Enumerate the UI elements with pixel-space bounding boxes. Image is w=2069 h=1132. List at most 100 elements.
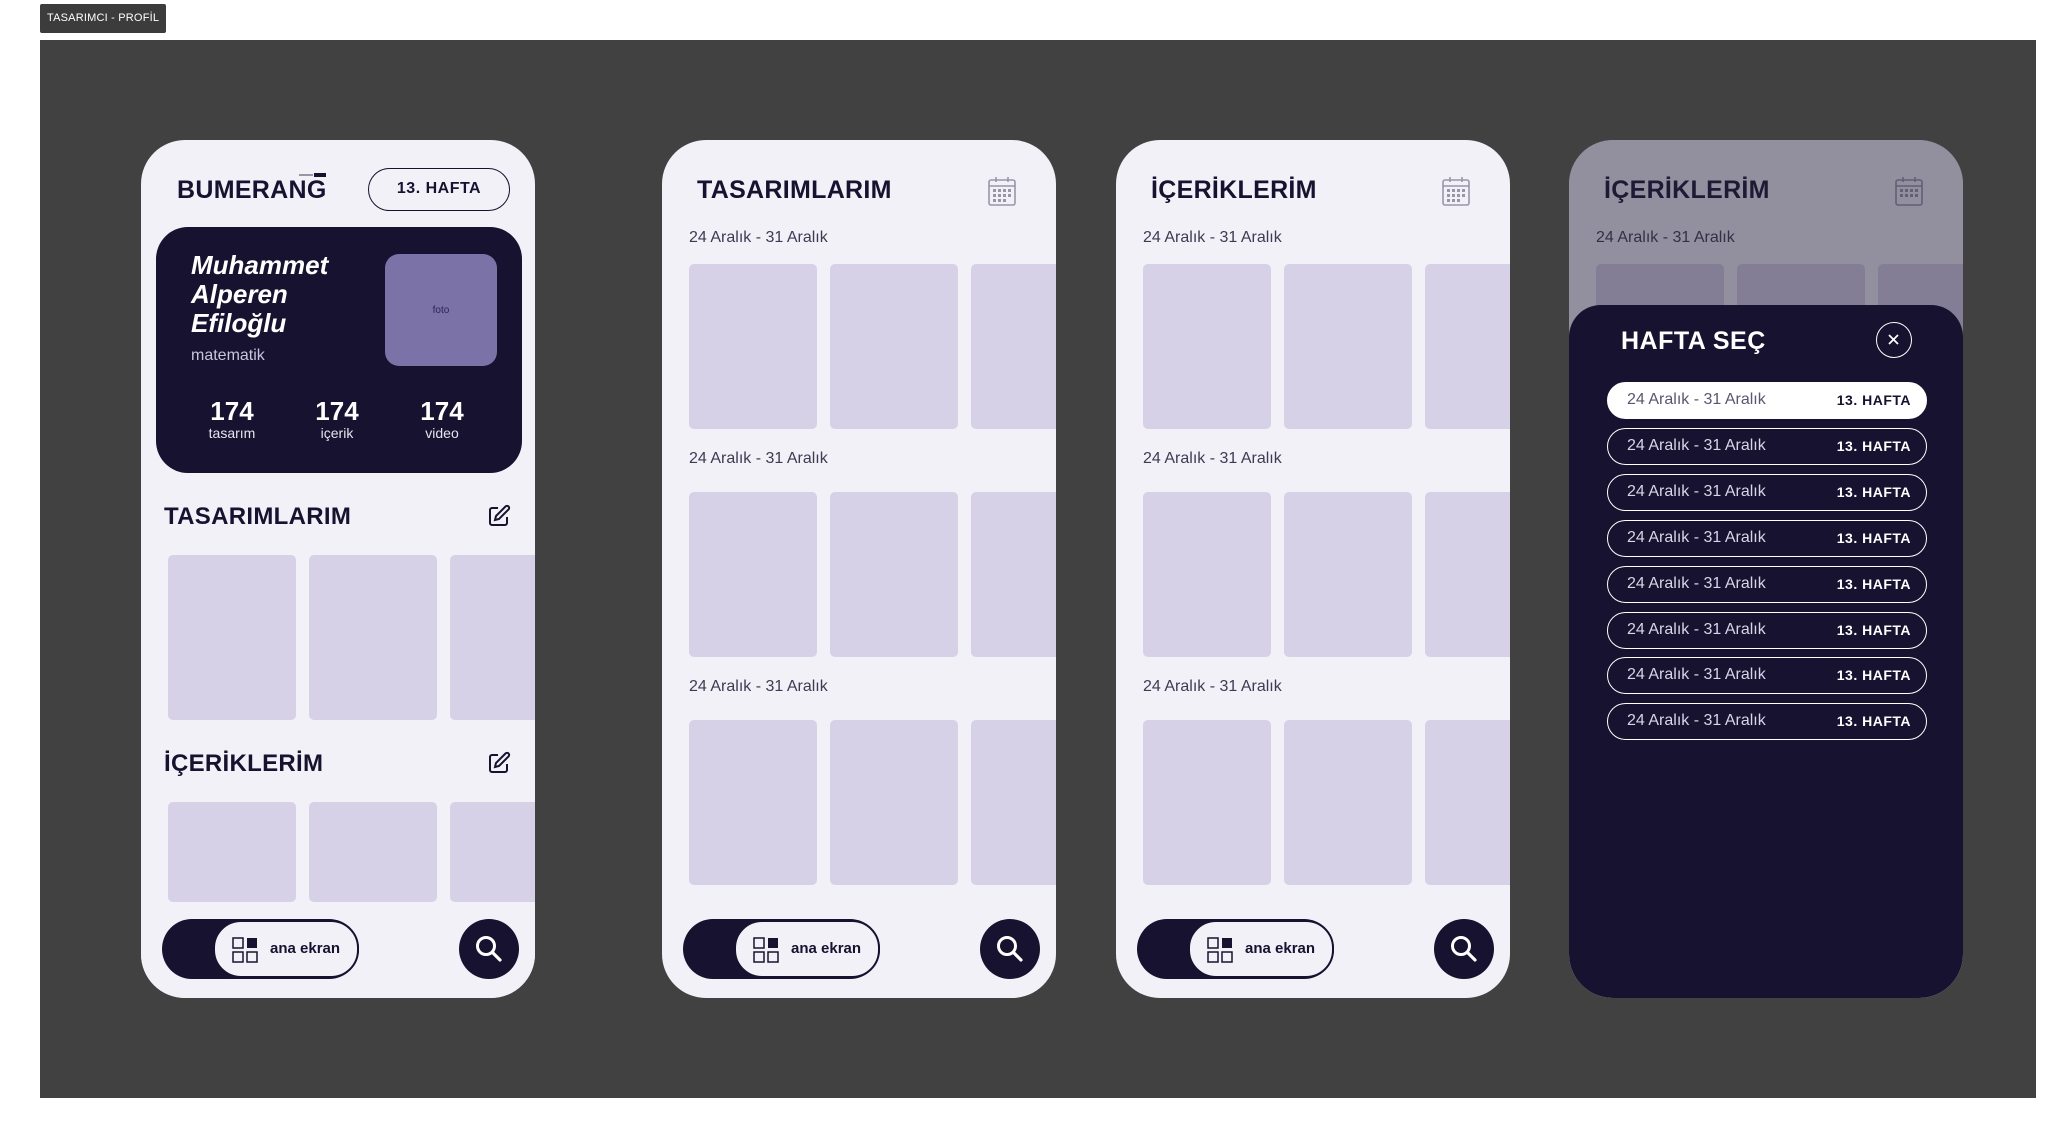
content-thumbnail[interactable] [1284, 720, 1412, 885]
grid-icon [753, 937, 779, 963]
content-thumbnail[interactable] [168, 802, 296, 902]
edit-icon[interactable] [487, 504, 511, 528]
week-option-number: 13. HAFTA [1836, 713, 1911, 729]
stat-value: 174 [315, 396, 359, 426]
design-thumbnail[interactable] [971, 720, 1056, 885]
week-date-range: 24 Aralık - 31 Aralık [689, 229, 828, 246]
week-option-number: 13. HAFTA [1836, 392, 1911, 408]
week-option-number: 13. HAFTA [1836, 667, 1911, 683]
design-thumbnail[interactable] [830, 720, 958, 885]
week-option[interactable]: 24 Aralık - 31 Aralık 13. HAFTA [1607, 703, 1927, 740]
week-option-date: 24 Aralık - 31 Aralık [1627, 529, 1766, 546]
week-option-date: 24 Aralık - 31 Aralık [1627, 666, 1766, 683]
contents-section-title: İÇERİKLERİM [164, 750, 324, 777]
week-option-date: 24 Aralık - 31 Aralık [1627, 575, 1766, 592]
home-nav-label: ana ekran [1245, 940, 1316, 957]
content-thumbnail[interactable] [1284, 492, 1412, 657]
brand-mark-icon [299, 173, 326, 177]
week-date-range: 24 Aralık - 31 Aralık [1143, 450, 1282, 467]
week-picker-screen: İÇERİKLERİM 24 Aralık - 31 Aralık HAFTA … [1569, 140, 1963, 998]
design-canvas: BUMERANG 13. HAFTA Muhammet Alperen Efil… [40, 40, 2036, 1098]
week-option-number: 13. HAFTA [1836, 576, 1911, 592]
profile-screen: BUMERANG 13. HAFTA Muhammet Alperen Efil… [141, 140, 535, 998]
week-option-date: 24 Aralık - 31 Aralık [1627, 712, 1766, 729]
stat-videos: 174 video [397, 397, 487, 441]
content-thumbnail[interactable] [1284, 264, 1412, 429]
design-thumbnail[interactable] [971, 264, 1056, 429]
bottom-nav: ana ekran [1137, 919, 1494, 979]
week-option[interactable]: 24 Aralık - 31 Aralık 13. HAFTA [1607, 612, 1927, 649]
week-option-number: 13. HAFTA [1836, 622, 1911, 638]
grid-icon [1207, 937, 1233, 963]
design-thumbnail[interactable] [689, 492, 817, 657]
profile-department: matematik [191, 347, 265, 364]
content-thumbnail[interactable] [1143, 264, 1271, 429]
week-select-button[interactable]: 13. HAFTA [368, 168, 510, 211]
week-option[interactable]: 24 Aralık - 31 Aralık 13. HAFTA [1607, 428, 1927, 465]
design-thumbnail[interactable] [689, 264, 817, 429]
brand-logo: BUMERANG [177, 176, 327, 204]
profile-photo[interactable]: foto [385, 254, 497, 366]
search-button[interactable] [1434, 919, 1494, 979]
home-nav-button[interactable]: ana ekran [213, 920, 359, 978]
nav-pill: ana ekran [162, 919, 359, 979]
frame-label: TASARIMCI - PROFİL [40, 4, 167, 33]
page-title: TASARIMLARIM [697, 176, 892, 204]
content-thumbnail[interactable] [1425, 264, 1510, 429]
grid-icon [232, 937, 258, 963]
design-thumbnail[interactable] [971, 492, 1056, 657]
stat-label: içerik [320, 425, 354, 441]
week-option-date: 24 Aralık - 31 Aralık [1627, 483, 1766, 500]
calendar-icon[interactable] [1442, 176, 1470, 206]
search-icon [476, 936, 502, 962]
week-option[interactable]: 24 Aralık - 31 Aralık 13. HAFTA [1607, 566, 1927, 603]
content-thumbnail[interactable] [1143, 492, 1271, 657]
week-date-range: 24 Aralık - 31 Aralık [689, 450, 828, 467]
week-option[interactable]: 24 Aralık - 31 Aralık 13. HAFTA [1607, 657, 1927, 694]
search-icon [1451, 936, 1477, 962]
nav-pill: ana ekran [1137, 919, 1334, 979]
week-option-number: 13. HAFTA [1836, 438, 1911, 454]
calendar-icon[interactable] [988, 176, 1016, 206]
design-thumbnail[interactable] [689, 720, 817, 885]
stat-label: video [425, 425, 459, 441]
week-picker-sheet: HAFTA SEÇ 24 Aralık - 31 Aralık 13. HAFT… [1569, 305, 1963, 998]
edit-icon[interactable] [487, 751, 511, 775]
design-thumbnail[interactable] [168, 555, 296, 720]
content-thumbnail[interactable] [1425, 492, 1510, 657]
week-option[interactable]: 24 Aralık - 31 Aralık 13. HAFTA [1607, 474, 1927, 511]
search-icon [997, 936, 1023, 962]
design-thumbnail[interactable] [830, 492, 958, 657]
stat-designs: 174 tasarım [187, 397, 277, 441]
content-thumbnail[interactable] [1425, 720, 1510, 885]
bottom-nav: ana ekran [162, 919, 519, 979]
designs-screen: TASARIMLARIM 24 Aralık - 31 Aralık 24 Ar… [662, 140, 1056, 998]
contents-screen: İÇERİKLERİM 24 Aralık - 31 Aralık 24 Ara… [1116, 140, 1510, 998]
content-thumbnail[interactable] [309, 802, 437, 902]
photo-placeholder-label: foto [432, 304, 450, 316]
week-option[interactable]: 24 Aralık - 31 Aralık 13. HAFTA [1607, 520, 1927, 557]
close-button[interactable] [1876, 322, 1912, 358]
stat-label: tasarım [208, 425, 256, 441]
home-nav-label: ana ekran [791, 940, 862, 957]
sheet-title: HAFTA SEÇ [1621, 327, 1766, 355]
design-thumbnail[interactable] [830, 264, 958, 429]
stat-contents: 174 içerik [292, 397, 382, 441]
home-nav-button[interactable]: ana ekran [734, 920, 880, 978]
close-icon [1888, 334, 1899, 345]
design-thumbnail[interactable] [450, 555, 535, 720]
search-button[interactable] [459, 919, 519, 979]
stat-value: 174 [420, 396, 464, 426]
designs-section-title: TASARIMLARIM [164, 503, 352, 530]
week-option-number: 13. HAFTA [1836, 484, 1911, 500]
week-date-range: 24 Aralık - 31 Aralık [1143, 678, 1282, 695]
week-option-selected[interactable]: 24 Aralık - 31 Aralık 13. HAFTA [1607, 382, 1927, 419]
search-button[interactable] [980, 919, 1040, 979]
content-thumbnail[interactable] [450, 802, 535, 902]
content-thumbnail[interactable] [1143, 720, 1271, 885]
week-option-date: 24 Aralık - 31 Aralık [1627, 391, 1766, 408]
home-nav-button[interactable]: ana ekran [1188, 920, 1334, 978]
stat-value: 174 [210, 396, 254, 426]
week-option-date: 24 Aralık - 31 Aralık [1627, 437, 1766, 454]
design-thumbnail[interactable] [309, 555, 437, 720]
